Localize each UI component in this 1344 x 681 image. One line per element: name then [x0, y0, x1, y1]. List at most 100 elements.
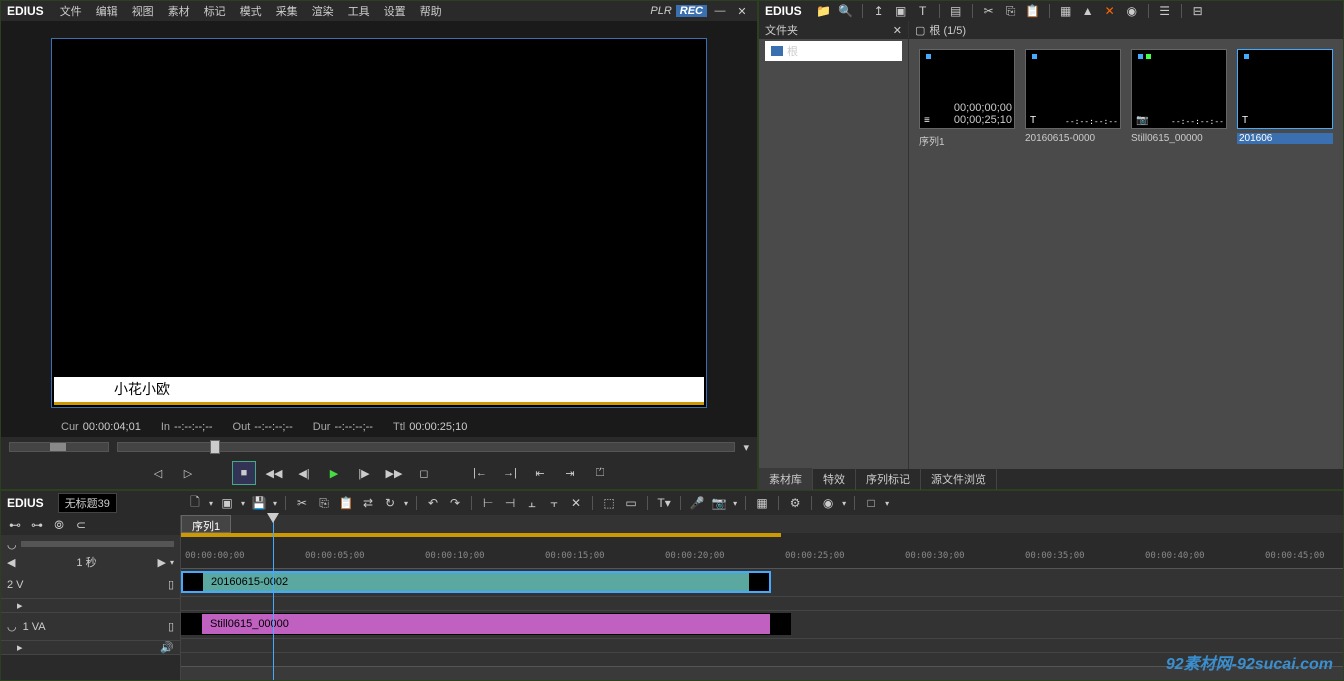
- cam-icon[interactable]: 📷: [711, 495, 727, 511]
- add-clip-icon[interactable]: ▣: [893, 3, 909, 19]
- tool-icon[interactable]: ⊟: [1190, 3, 1206, 19]
- next-frame-button[interactable]: |▶: [352, 461, 376, 485]
- stop-button[interactable]: ■: [232, 461, 256, 485]
- close-button[interactable]: ✕: [733, 4, 751, 18]
- link-icon[interactable]: ⦾: [51, 517, 67, 533]
- thumb-clip1[interactable]: T--:--:--:-- 20160615-0000: [1025, 49, 1121, 144]
- prev-frame-button[interactable]: ◀|: [292, 461, 316, 485]
- prev-edit-button[interactable]: ⇤: [528, 461, 552, 485]
- timeline-ruler[interactable]: 00:00:00;00 00:00:05;00 00:00:10;00 00:0…: [181, 533, 1343, 569]
- new-icon[interactable]: 🗋: [187, 495, 203, 511]
- snap-icon[interactable]: ⊂: [73, 517, 89, 533]
- next-edit-button[interactable]: ⇥: [558, 461, 582, 485]
- tab-clip-lib[interactable]: 素材库: [759, 468, 813, 490]
- folder-close-icon[interactable]: ✕: [893, 24, 902, 37]
- render-icon[interactable]: ◉: [820, 495, 836, 511]
- menu-edit[interactable]: 编辑: [90, 1, 124, 21]
- folder-icon[interactable]: 📁: [816, 3, 832, 19]
- up-icon[interactable]: ↥: [871, 3, 887, 19]
- loop-button[interactable]: ◻: [412, 461, 436, 485]
- delete-icon[interactable]: ✕: [1102, 3, 1118, 19]
- menu-render[interactable]: 渲染: [306, 1, 340, 21]
- overwrite-mode-icon[interactable]: ⊶: [29, 517, 45, 533]
- export-button[interactable]: ⏍: [588, 461, 612, 485]
- tc-ttl[interactable]: 00:00:25;10: [409, 421, 467, 433]
- save-icon[interactable]: 💾: [251, 495, 267, 511]
- menu-mode[interactable]: 模式: [234, 1, 268, 21]
- thumb-clip2[interactable]: T 201606: [1237, 49, 1333, 144]
- mic-icon[interactable]: 🎤: [689, 495, 705, 511]
- color-icon[interactable]: ◉: [1124, 3, 1140, 19]
- scrub-thumb[interactable]: [210, 440, 220, 454]
- track-patch-icon[interactable]: ▯: [168, 578, 174, 591]
- zoom-track[interactable]: [21, 541, 174, 547]
- track-patch-icon[interactable]: ▯: [168, 620, 174, 633]
- export-icon[interactable]: □: [863, 495, 879, 511]
- tl-cut-icon[interactable]: ✂: [294, 495, 310, 511]
- ripple-icon[interactable]: ⇄: [360, 495, 376, 511]
- gap-icon[interactable]: ⫟: [546, 495, 562, 511]
- scrub-bar[interactable]: [117, 442, 735, 452]
- paste-icon[interactable]: 📋: [1025, 3, 1041, 19]
- mark-out-button[interactable]: ▷: [176, 461, 200, 485]
- menu-clip[interactable]: 素材: [162, 1, 196, 21]
- redo-icon[interactable]: ↷: [447, 495, 463, 511]
- track-lock-icon[interactable]: ◡: [7, 620, 17, 633]
- tc-dur[interactable]: --:--:--;--: [334, 421, 372, 433]
- minimize-button[interactable]: —: [711, 4, 729, 18]
- undo-icon[interactable]: ↶: [425, 495, 441, 511]
- tc-cur[interactable]: 00:00:04;01: [83, 421, 141, 433]
- mixer-icon[interactable]: ⚙: [787, 495, 803, 511]
- menu-file[interactable]: 文件: [54, 1, 88, 21]
- goto-out-button[interactable]: →|: [498, 461, 522, 485]
- fast-forward-button[interactable]: ▶▶: [382, 461, 406, 485]
- title-icon[interactable]: T: [915, 3, 931, 19]
- trim-icon[interactable]: ⊣: [502, 495, 518, 511]
- view-icon[interactable]: ▦: [1058, 3, 1074, 19]
- tab-effects[interactable]: 特效: [813, 468, 856, 490]
- sort-icon[interactable]: ▲: [1080, 3, 1096, 19]
- open-icon[interactable]: ▣: [219, 495, 235, 511]
- play-button[interactable]: ▶: [322, 461, 346, 485]
- zoom-slider[interactable]: [9, 442, 109, 452]
- track-va1[interactable]: Still0615_00000: [181, 611, 1343, 639]
- expand-icon[interactable]: ▸: [17, 641, 23, 654]
- menu-mark[interactable]: 标记: [198, 1, 232, 21]
- scale-right-icon[interactable]: ▶: [158, 556, 166, 569]
- insert-mode-icon[interactable]: ⊷: [7, 517, 23, 533]
- vtrans-icon[interactable]: ▭: [623, 495, 639, 511]
- copy-icon[interactable]: ⎘: [1003, 3, 1019, 19]
- del-icon[interactable]: ✕: [568, 495, 584, 511]
- track-header-v2[interactable]: 2 V ▯: [1, 571, 180, 599]
- tl-copy-icon[interactable]: ⎘: [316, 495, 332, 511]
- scale-value[interactable]: 1 秒: [19, 554, 153, 570]
- titler-icon[interactable]: T▾: [656, 495, 672, 511]
- thumb-sequence[interactable]: ≡00;00;00;0000;00;25;10 序列1: [919, 49, 1015, 148]
- trans-icon[interactable]: ⬚: [601, 495, 617, 511]
- calc-icon[interactable]: ▦: [754, 495, 770, 511]
- tc-out[interactable]: --:--:--;--: [254, 421, 292, 433]
- cut-icon[interactable]: ✂: [981, 3, 997, 19]
- clip-video[interactable]: 20160615-0002: [181, 571, 771, 593]
- folder-root[interactable]: 根: [765, 41, 902, 61]
- expand-icon[interactable]: ▸: [17, 599, 23, 612]
- sequence-tab[interactable]: 序列1: [181, 515, 231, 533]
- rewind-button[interactable]: ◀◀: [262, 461, 286, 485]
- menu-view[interactable]: 视图: [126, 1, 160, 21]
- speaker-icon[interactable]: 🔊: [160, 641, 174, 654]
- menu-capture[interactable]: 采集: [270, 1, 304, 21]
- trim2-icon[interactable]: ⫠: [524, 495, 540, 511]
- tab-markers[interactable]: 序列标记: [856, 468, 921, 490]
- thumb-still[interactable]: 📷--:--:--:-- Still0615_00000: [1131, 49, 1227, 144]
- scale-left-icon[interactable]: ◀: [7, 556, 15, 569]
- search-icon[interactable]: 🔍: [838, 3, 854, 19]
- track-header-va1[interactable]: ◡ 1 VA ▯: [1, 613, 180, 641]
- mark-in-button[interactable]: ◁: [146, 461, 170, 485]
- zoom-icon[interactable]: ◡: [7, 538, 17, 551]
- list-icon[interactable]: ☰: [1157, 3, 1173, 19]
- playhead[interactable]: [273, 515, 274, 680]
- tl-paste-icon[interactable]: 📋: [338, 495, 354, 511]
- tab-source-browse[interactable]: 源文件浏览: [921, 468, 997, 490]
- menu-tools[interactable]: 工具: [342, 1, 376, 21]
- tc-in[interactable]: --:--:--;--: [174, 421, 212, 433]
